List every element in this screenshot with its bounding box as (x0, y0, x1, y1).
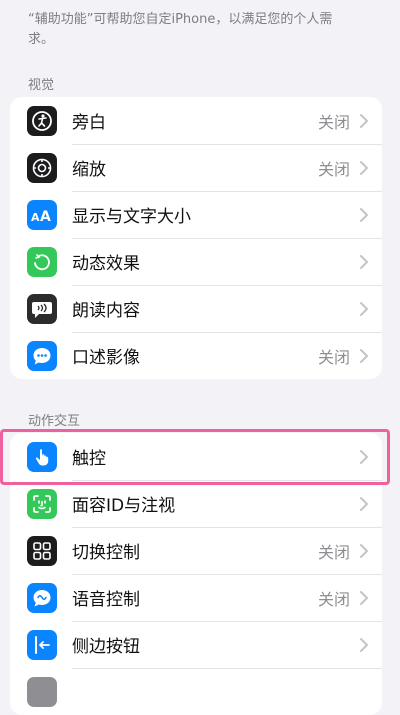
intro-text: “辅助功能”可帮助您自定iPhone，以满足您的个人需求。 (28, 12, 333, 47)
chevron-right-icon (360, 113, 368, 128)
chevron-right-icon (360, 160, 368, 175)
row-face-id-attention[interactable]: 面容ID与注视 (10, 480, 382, 527)
row-label: 朗读内容 (72, 301, 140, 321)
row-label: 面容ID与注视 (72, 496, 176, 516)
row-value: 关闭 (317, 589, 350, 609)
row-label: 缩放 (72, 160, 106, 180)
row-display-text-size[interactable]: A A 显示与文字大小 (10, 191, 382, 238)
section-header-interaction: 动作交互 (28, 414, 81, 429)
audio-description-icon (27, 340, 57, 371)
row-label: 口述影像 (72, 348, 140, 368)
row-touch[interactable]: 触控 (10, 433, 382, 480)
chevron-right-icon (360, 207, 368, 222)
row-motion[interactable]: 动态效果 (10, 238, 382, 285)
face-id-icon (27, 488, 57, 519)
section-header-vision: 视觉 (28, 78, 55, 93)
row-label: 显示与文字大小 (72, 207, 191, 227)
vision-group: 旁白 关闭 缩放 关闭 A A 显示与文字大小 动态效果 朗读内容 口述影像 关… (10, 97, 382, 379)
chevron-right-icon (360, 496, 368, 511)
partial-icon (27, 676, 57, 707)
row-value: 关闭 (317, 347, 350, 367)
row-label: 动态效果 (72, 254, 140, 274)
row-switch-control[interactable]: 切换控制 关闭 (10, 527, 382, 574)
svg-text:A: A (40, 209, 51, 224)
row-voiceover[interactable]: 旁白 关闭 (10, 97, 382, 144)
row-spoken-content[interactable]: 朗读内容 (10, 285, 382, 332)
switch-control-icon (27, 535, 57, 566)
svg-text:A: A (31, 211, 40, 224)
row-label: 语音控制 (72, 590, 140, 610)
chevron-right-icon (360, 449, 368, 464)
zoom-icon (27, 152, 57, 183)
interaction-group: 触控 面容ID与注视 切换控制 关闭 语音控制 关闭 侧边按钮 (10, 433, 382, 715)
row-side-button[interactable]: 侧边按钮 (10, 621, 382, 668)
spoken-content-icon (27, 293, 57, 324)
chevron-right-icon (360, 301, 368, 316)
row-zoom[interactable]: 缩放 关闭 (10, 144, 382, 191)
chevron-right-icon (360, 254, 368, 269)
row-label: 旁白 (72, 113, 106, 133)
text-size-icon: A A (27, 199, 57, 230)
chevron-right-icon (360, 590, 368, 605)
row-value: 关闭 (317, 112, 350, 132)
chevron-right-icon (360, 543, 368, 558)
chevron-right-icon (360, 348, 368, 363)
row-label: 触控 (72, 449, 106, 469)
row-next-partial[interactable] (10, 668, 382, 715)
row-label: 侧边按钮 (72, 637, 140, 657)
row-value: 关闭 (317, 542, 350, 562)
voiceover-icon (27, 105, 57, 136)
row-value: 关闭 (317, 159, 350, 179)
side-button-icon (27, 629, 57, 660)
row-audio-descriptions[interactable]: 口述影像 关闭 (10, 332, 382, 379)
voice-control-icon (27, 582, 57, 613)
row-voice-control[interactable]: 语音控制 关闭 (10, 574, 382, 621)
touch-icon (27, 441, 57, 472)
motion-icon (27, 246, 57, 277)
chevron-right-icon (360, 637, 368, 652)
row-label: 切换控制 (72, 543, 140, 563)
